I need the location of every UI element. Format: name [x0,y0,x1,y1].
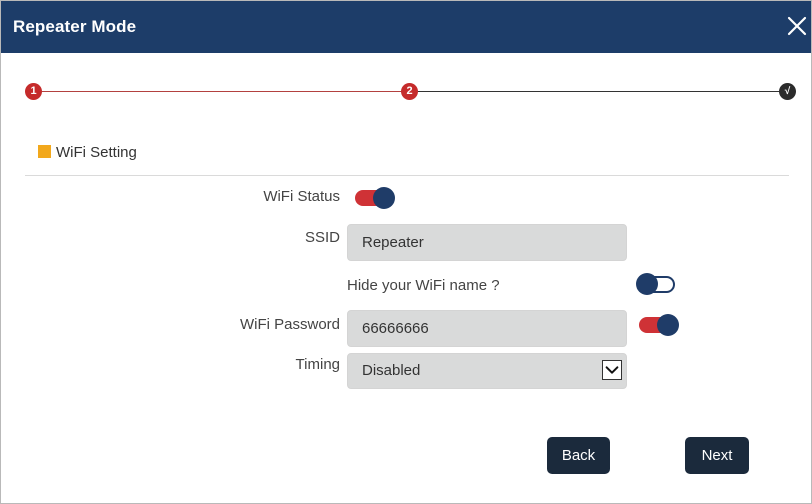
wifi-password-label: WiFi Password [239,316,340,333]
show-password-toggle[interactable] [637,314,681,336]
wifi-status-label: WiFi Status [263,188,340,205]
next-button[interactable]: Next [685,437,749,474]
section-marker-icon [38,145,51,158]
wifi-password-input[interactable]: 66666666 [347,310,627,347]
timing-label: Timing [295,356,340,373]
timing-select[interactable]: Disabled [347,353,627,389]
dialog-title: Repeater Mode [13,17,137,36]
stepper-progress-line [34,91,407,92]
dialog: Repeater Mode 1 2 √ WiFi Setting WiFi St… [0,0,812,504]
step-2-indicator: 2 [401,83,418,100]
stepper-remaining-line [415,91,786,92]
step-finish-indicator: √ [779,83,796,100]
dialog-header: Repeater Mode [1,1,811,53]
section-title: WiFi Setting [56,144,137,161]
close-icon[interactable] [785,14,809,38]
section-heading: WiFi Setting [38,144,137,161]
back-button[interactable]: Back [547,437,610,474]
step-1-indicator: 1 [25,83,42,100]
timing-selected-value: Disabled [362,362,421,379]
chevron-down-icon[interactable] [602,360,622,380]
wifi-status-toggle[interactable] [353,187,397,209]
ssid-label: SSID [304,229,340,246]
ssid-input[interactable]: Repeater [347,224,627,261]
hide-wifi-name-toggle[interactable] [636,273,681,295]
section-divider [25,175,789,176]
hide-wifi-name-label: Hide your WiFi name ? [347,277,500,294]
